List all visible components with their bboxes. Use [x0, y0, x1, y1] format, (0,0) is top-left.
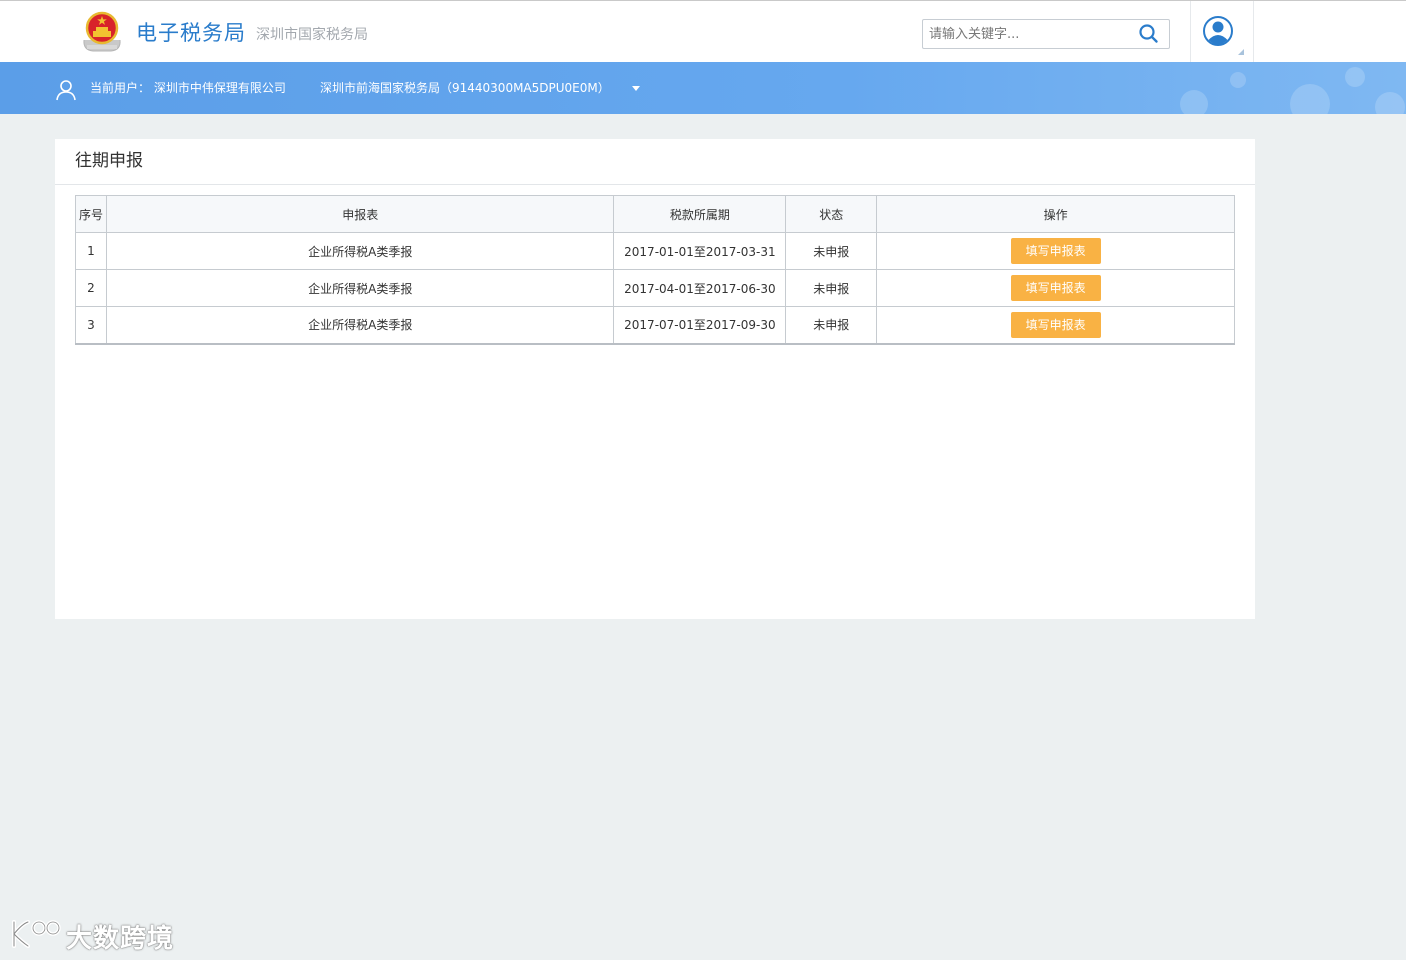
column-header-no: 序号 [75, 195, 107, 233]
decorative-bubble [1230, 72, 1246, 88]
decorative-bubble [1345, 67, 1365, 87]
tax-period: 2017-04-01至2017-06-30 [613, 269, 787, 307]
form-name: 企业所得税A类季报 [105, 306, 615, 344]
action-cell: 填写申报表 [876, 306, 1235, 344]
row-number: 3 [75, 306, 107, 344]
table-row: 1 企业所得税A类季报 2017-01-01至2017-03-31 未申报 填写… [75, 232, 1235, 270]
filing-status: 未申报 [785, 269, 878, 307]
column-header-status: 状态 [785, 195, 878, 233]
top-header: 电子税务局 深圳市国家税务局 [0, 0, 1406, 63]
row-number: 2 [75, 269, 107, 307]
decorative-bubble [1375, 92, 1405, 114]
past-filings-panel: 往期申报 序号 申报表 税款所属期 状态 操作 1 企业所得税A类季报 2017… [55, 139, 1255, 619]
search-icon[interactable] [1137, 23, 1161, 45]
current-user-label: 当前用户： 深圳市中伟保理有限公司 [90, 81, 286, 95]
filings-table: 序号 申报表 税款所属期 状态 操作 1 企业所得税A类季报 2017-01-0… [75, 195, 1235, 345]
fill-form-button[interactable]: 填写申报表 [1010, 311, 1101, 338]
search-box [922, 19, 1170, 49]
table-row: 2 企业所得税A类季报 2017-04-01至2017-06-30 未申报 填写… [75, 269, 1235, 307]
caret-down-icon[interactable] [631, 86, 641, 92]
tax-period: 2017-07-01至2017-09-30 [613, 306, 787, 344]
form-name: 企业所得税A类季报 [105, 232, 615, 270]
fill-form-button[interactable]: 填写申报表 [1010, 275, 1101, 301]
national-emblem-icon [83, 11, 121, 52]
column-header-form: 申报表 [105, 195, 615, 233]
decorative-bubble [1180, 90, 1208, 114]
panel-divider [55, 184, 1255, 185]
search-input[interactable] [923, 20, 1128, 48]
column-header-period: 税款所属期 [613, 195, 787, 233]
panel-title: 往期申报 [75, 151, 143, 171]
row-number: 1 [75, 232, 107, 270]
tax-bureau-selector[interactable]: 深圳市前海国家税务局（91440300MA5DPU0E0M） [320, 80, 610, 96]
user-avatar-menu[interactable] [1190, 1, 1254, 63]
user-info-bar: 当前用户： 深圳市中伟保理有限公司 深圳市前海国家税务局（91440300MA5… [0, 62, 1406, 114]
corner-resize-icon [1238, 49, 1244, 55]
brand-title: 电子税务局 [136, 21, 246, 45]
form-name: 企业所得税A类季报 [105, 269, 615, 307]
column-header-action: 操作 [876, 195, 1235, 233]
filing-status: 未申报 [785, 306, 878, 344]
fill-form-button[interactable]: 填写申报表 [1010, 238, 1101, 264]
table-row: 3 企业所得税A类季报 2017-07-01至2017-09-30 未申报 填写… [75, 306, 1235, 344]
watermark: 大数跨境 [8, 914, 173, 954]
watermark-text: 大数跨境 [66, 924, 175, 954]
brand-subtitle: 深圳市国家税务局 [256, 27, 368, 43]
table-header-row: 序号 申报表 税款所属期 状态 操作 [75, 195, 1235, 233]
watermark-logo-icon [12, 920, 61, 948]
action-cell: 填写申报表 [876, 232, 1235, 270]
user-outline-icon [56, 80, 76, 101]
user-avatar-icon [1203, 16, 1233, 46]
action-cell: 填写申报表 [876, 269, 1235, 307]
filing-status: 未申报 [785, 232, 878, 270]
decorative-bubble [1290, 84, 1330, 114]
tax-period: 2017-01-01至2017-03-31 [613, 232, 787, 270]
